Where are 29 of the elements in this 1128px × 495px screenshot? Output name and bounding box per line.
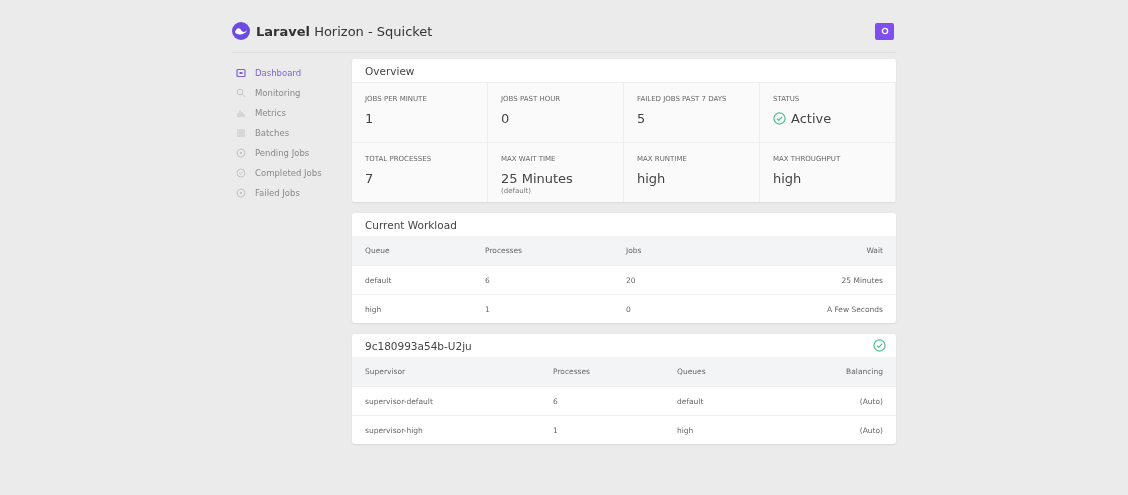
card-title: Current Workload (365, 218, 457, 231)
sidebar-item[interactable]: Failed Jobs (232, 183, 352, 203)
refresh-button[interactable] (875, 22, 894, 40)
dashboard-icon (236, 68, 246, 78)
check-circle-icon (773, 112, 786, 125)
app-title: Laravel Horizon - Squicket (256, 23, 433, 39)
stat-value: 5 (637, 111, 646, 126)
search-icon (236, 88, 246, 98)
stat-value: high (637, 171, 666, 186)
circle-icon (236, 188, 246, 198)
circle-icon (236, 148, 246, 158)
refresh-icon (880, 27, 889, 35)
stat-value: Active (791, 111, 832, 126)
sidebar-item[interactable]: Monitoring (232, 83, 352, 103)
card-title: 9c180993a54b-U2ju (365, 339, 472, 352)
stat-value: high (773, 171, 802, 186)
stat-value: 25 Minutes (501, 171, 573, 186)
sidebar-item[interactable]: Metrics (232, 103, 352, 123)
logo-icon (232, 22, 250, 40)
card-title: Overview (365, 64, 415, 77)
check-circle-icon (236, 168, 246, 178)
sidebar-item[interactable]: Pending Jobs (232, 143, 352, 163)
sidebar-item[interactable]: Dashboard (232, 63, 352, 83)
sidebar-item[interactable]: Batches (232, 123, 352, 143)
stat-value: 0 (501, 111, 510, 126)
stat-value: 1 (365, 111, 374, 126)
sidebar-item[interactable]: Completed Jobs (232, 163, 352, 183)
stat-value: 7 (365, 171, 374, 186)
check-circle-icon (873, 339, 886, 352)
